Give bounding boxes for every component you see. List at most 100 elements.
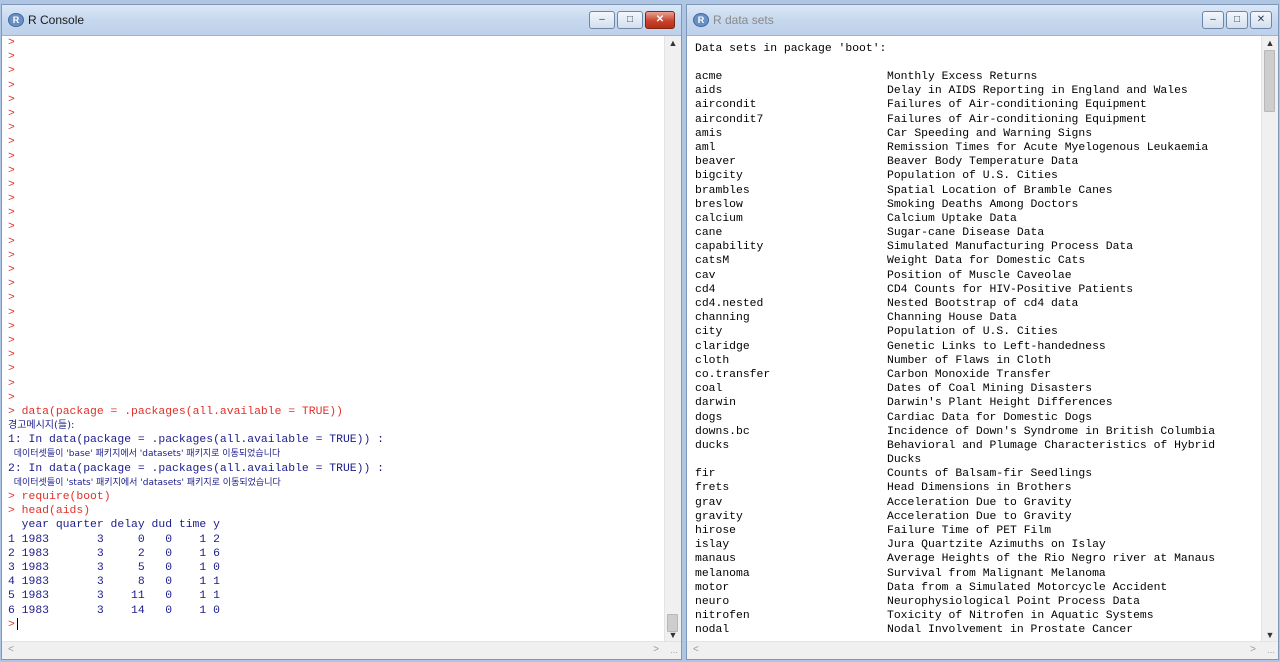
- console-empty-prompt: >: [8, 178, 15, 191]
- scroll-down-icon[interactable]: ▼: [1262, 628, 1278, 642]
- dataset-row: aids Delay in AIDS Reporting in England a…: [695, 84, 1262, 98]
- dataset-description: Failure Time of PET Film: [887, 525, 1052, 537]
- dataset-row: calcium Calcium Uptake Data: [695, 212, 1262, 226]
- maximize-button[interactable]: □: [1226, 11, 1248, 29]
- dataset-description: Car Speeding and Warning Signs: [887, 127, 1093, 140]
- dataset-row: Ducks: [695, 453, 1262, 467]
- console-empty-prompt: >: [8, 391, 15, 404]
- horizontal-scrollbar[interactable]: < > ⋯: [2, 641, 681, 659]
- minimize-button[interactable]: –: [1202, 11, 1224, 29]
- console-empty-prompt: >: [8, 249, 15, 262]
- r-data-sets-titlebar[interactable]: R R data sets – □ ✕: [687, 5, 1278, 36]
- scroll-left-icon[interactable]: <: [8, 644, 14, 655]
- scroll-left-icon[interactable]: <: [693, 644, 699, 655]
- console-line: 1: In data(package = .packages(all.avail…: [8, 434, 384, 447]
- dataset-name: gravity: [695, 510, 743, 523]
- dataset-row: ducks Behavioral and Plumage Characterist…: [695, 439, 1262, 453]
- dataset-description: Simulated Manufacturing Process Data: [887, 241, 1134, 254]
- dataset-description: Channing House Data: [887, 312, 1017, 325]
- scroll-thumb[interactable]: [1264, 50, 1275, 112]
- dataset-row: hirose Failure Time of PET Film: [695, 524, 1262, 538]
- dataset-description: Darwin's Plant Height Differences: [887, 397, 1113, 410]
- dataset-row: brambles Spatial Location of Bramble Cane…: [695, 184, 1262, 198]
- console-prompt: >: [8, 491, 15, 503]
- dataset-row: neuro Neurophysiological Point Process Da…: [695, 595, 1262, 609]
- r-logo-icon: R: [8, 13, 24, 27]
- dataset-name: cd4.nested: [695, 298, 764, 310]
- console-empty-prompt: >: [8, 93, 15, 106]
- console-empty-prompt: >: [8, 264, 15, 276]
- console-empty-prompt: >: [8, 334, 15, 347]
- dataset-row: grav Acceleration Due to Gravity: [695, 496, 1262, 510]
- scroll-right-icon[interactable]: >: [653, 644, 659, 655]
- dataset-description: Weight Data for Domestic Cats: [887, 255, 1086, 268]
- horizontal-scrollbar[interactable]: < > ⋯: [687, 641, 1278, 659]
- console-line: 데이터셋들이 'base' 패키지에서 'datasets' 패키지로 이동되었…: [8, 449, 281, 460]
- vertical-scrollbar[interactable]: ▲ ▼: [664, 36, 681, 642]
- minimize-button[interactable]: –: [589, 11, 615, 29]
- console-line: 6 1983 3 14 0 1 0: [8, 604, 220, 617]
- dataset-name: cloth: [695, 354, 730, 367]
- dataset-description: Dates of Coal Mining Disasters: [887, 383, 1093, 396]
- maximize-button[interactable]: □: [617, 11, 643, 29]
- console-line: 1 1983 3 0 0 1 2: [8, 533, 220, 546]
- dataset-name: motor: [695, 581, 730, 594]
- console-empty-prompt: >: [8, 292, 15, 305]
- scroll-up-icon[interactable]: ▲: [1262, 36, 1278, 50]
- dataset-name: manaus: [695, 553, 737, 566]
- dataset-row: claridge Genetic Links to Left-handedness: [695, 340, 1262, 354]
- console-empty-prompt: >: [8, 122, 15, 135]
- dataset-row: islay Jura Quartzite Azimuths on Islay: [695, 538, 1262, 552]
- dataset-row: breslow Smoking Deaths Among Doctors: [695, 198, 1262, 212]
- console-input-line[interactable]: >: [8, 617, 665, 632]
- dataset-name: cd4: [695, 283, 716, 296]
- window-title: R data sets: [713, 13, 774, 27]
- vertical-scrollbar[interactable]: ▲ ▼: [1261, 36, 1278, 642]
- close-button[interactable]: ✕: [1250, 11, 1272, 29]
- dataset-description: Spatial Location of Bramble Canes: [887, 184, 1113, 197]
- close-button[interactable]: ✕: [645, 11, 675, 29]
- dataset-description: Genetic Links to Left-handedness: [887, 340, 1106, 353]
- dataset-row: nodal Nodal Involvement in Prostate Cance…: [695, 623, 1262, 637]
- dataset-name: bigcity: [695, 170, 743, 183]
- dataset-name: hirose: [695, 525, 737, 537]
- dataset-description: Number of Flaws in Cloth: [887, 354, 1052, 367]
- dataset-name: channing: [695, 312, 750, 325]
- scroll-right-icon[interactable]: >: [1250, 644, 1256, 655]
- console-line: 2: In data(package = .packages(all.avail…: [8, 462, 384, 475]
- dataset-description: Population of U.S. Cities: [887, 170, 1058, 183]
- console-line: > head(aids): [8, 504, 665, 518]
- console-empty-prompt: >: [8, 235, 15, 248]
- console-empty-prompt: >: [8, 278, 15, 291]
- dataset-name: coal: [695, 383, 723, 396]
- console-command: head(aids): [14, 505, 91, 518]
- text-cursor[interactable]: [16, 617, 18, 630]
- dataset-row: amis Car Speeding and Warning Signs: [695, 127, 1262, 141]
- dataset-name: beaver: [695, 156, 737, 169]
- dataset-description: Incidence of Down's Syndrome in British …: [887, 425, 1216, 438]
- console-empty-prompt: >: [8, 107, 15, 120]
- dataset-description: Head Dimensions in Brothers: [887, 482, 1072, 495]
- scroll-down-icon[interactable]: ▼: [665, 628, 681, 642]
- dataset-description: Data from a Simulated Motorcycle Acciden…: [887, 581, 1168, 594]
- console-empty-prompt: >: [8, 306, 15, 319]
- dataset-name: ducks: [695, 439, 730, 452]
- resize-grip-icon[interactable]: ⋯: [1267, 648, 1275, 657]
- scroll-up-icon[interactable]: ▲: [665, 36, 681, 50]
- dataset-row: aircondit Failures of Air-conditioning Eq…: [695, 98, 1262, 112]
- dataset-name: cane: [695, 227, 723, 240]
- console-line: > data(package = .packages(all.available…: [8, 405, 665, 419]
- dataset-description: Acceleration Due to Gravity: [887, 510, 1072, 523]
- resize-grip-icon[interactable]: ⋯: [670, 648, 678, 657]
- datasets-header: Data sets in package 'boot':: [695, 43, 887, 55]
- dataset-description: Ducks: [887, 454, 922, 467]
- console-output[interactable]: > > > > > > > > > > > > > > > > > > > > > > > > > > > data(package…: [2, 36, 665, 642]
- console-line: 5 1983 3 11 0 1 1: [8, 590, 220, 603]
- r-console-titlebar[interactable]: R R Console – □ ✕: [2, 5, 681, 36]
- r-data-sets-window: R R data sets – □ ✕ Data sets in package…: [686, 4, 1279, 660]
- dataset-name: co.transfer: [695, 368, 771, 381]
- console-empty-prompt: >: [8, 363, 15, 376]
- console-prompt: >: [8, 405, 15, 418]
- datasets-list[interactable]: Data sets in package 'boot': acme Monthly…: [687, 36, 1262, 642]
- dataset-name: darwin: [695, 397, 737, 410]
